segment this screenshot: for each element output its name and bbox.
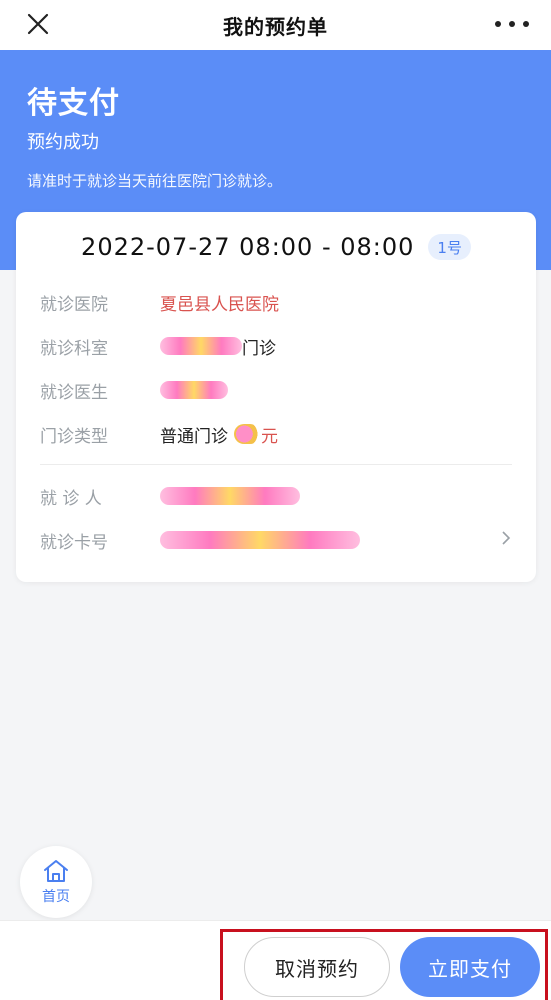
price-unit: 元 <box>261 426 278 447</box>
patient-label: 就 诊 人 <box>40 488 102 509</box>
divider <box>40 464 512 465</box>
redacted-price <box>234 424 260 444</box>
status-subtitle: 预约成功 <box>27 132 99 153</box>
more-icon[interactable] <box>495 10 529 38</box>
pay-now-button[interactable]: 立即支付 <box>400 937 540 997</box>
top-nav: 我的预约单 <box>0 0 551 50</box>
department-label: 就诊科室 <box>40 338 108 359</box>
clinic-type-row: 门诊类型 普通门诊 元 <box>40 420 520 448</box>
redacted-mark <box>160 381 228 399</box>
redacted-mark <box>160 487 300 505</box>
appointment-time-row: 2022-07-27 08:00 - 08:00 1号 <box>16 232 536 262</box>
redacted-mark <box>160 531 360 549</box>
card-number-row[interactable]: 就诊卡号 <box>40 526 520 554</box>
home-icon <box>44 860 68 882</box>
redacted-mark <box>160 337 242 355</box>
department-value: 门诊 <box>242 338 276 359</box>
queue-number-badge: 1号 <box>428 234 471 260</box>
status-tip: 请准时于就诊当天前往医院门诊就诊。 <box>27 172 283 190</box>
home-label: 首页 <box>42 889 70 905</box>
appointment-card: 2022-07-27 08:00 - 08:00 1号 就诊医院 夏邑县人民医院… <box>16 212 536 582</box>
appointment-time: 2022-07-27 08:00 - 08:00 <box>81 233 415 261</box>
card-number-label: 就诊卡号 <box>40 532 108 553</box>
home-button[interactable]: 首页 <box>20 846 92 918</box>
chevron-right-icon[interactable] <box>498 530 514 546</box>
clinic-type-value: 普通门诊 <box>160 426 228 447</box>
order-status: 待支付 <box>27 86 120 121</box>
clinic-type-label: 门诊类型 <box>40 426 108 447</box>
cancel-appointment-button[interactable]: 取消预约 <box>244 937 390 997</box>
doctor-label: 就诊医生 <box>40 382 108 403</box>
more-dot <box>495 21 501 27</box>
doctor-row: 就诊医生 <box>40 376 520 404</box>
department-row: 就诊科室 门诊 <box>40 332 520 360</box>
hospital-row: 就诊医院 夏邑县人民医院 <box>40 288 520 316</box>
bottom-action-bar: 取消预约 立即支付 <box>0 920 551 1000</box>
page-title: 我的预约单 <box>223 14 328 39</box>
close-icon[interactable] <box>22 8 54 40</box>
patient-row: 就 诊 人 <box>40 482 520 510</box>
more-dot <box>523 21 529 27</box>
more-dot <box>509 21 515 27</box>
hospital-label: 就诊医院 <box>40 294 108 315</box>
hospital-value: 夏邑县人民医院 <box>160 294 279 315</box>
